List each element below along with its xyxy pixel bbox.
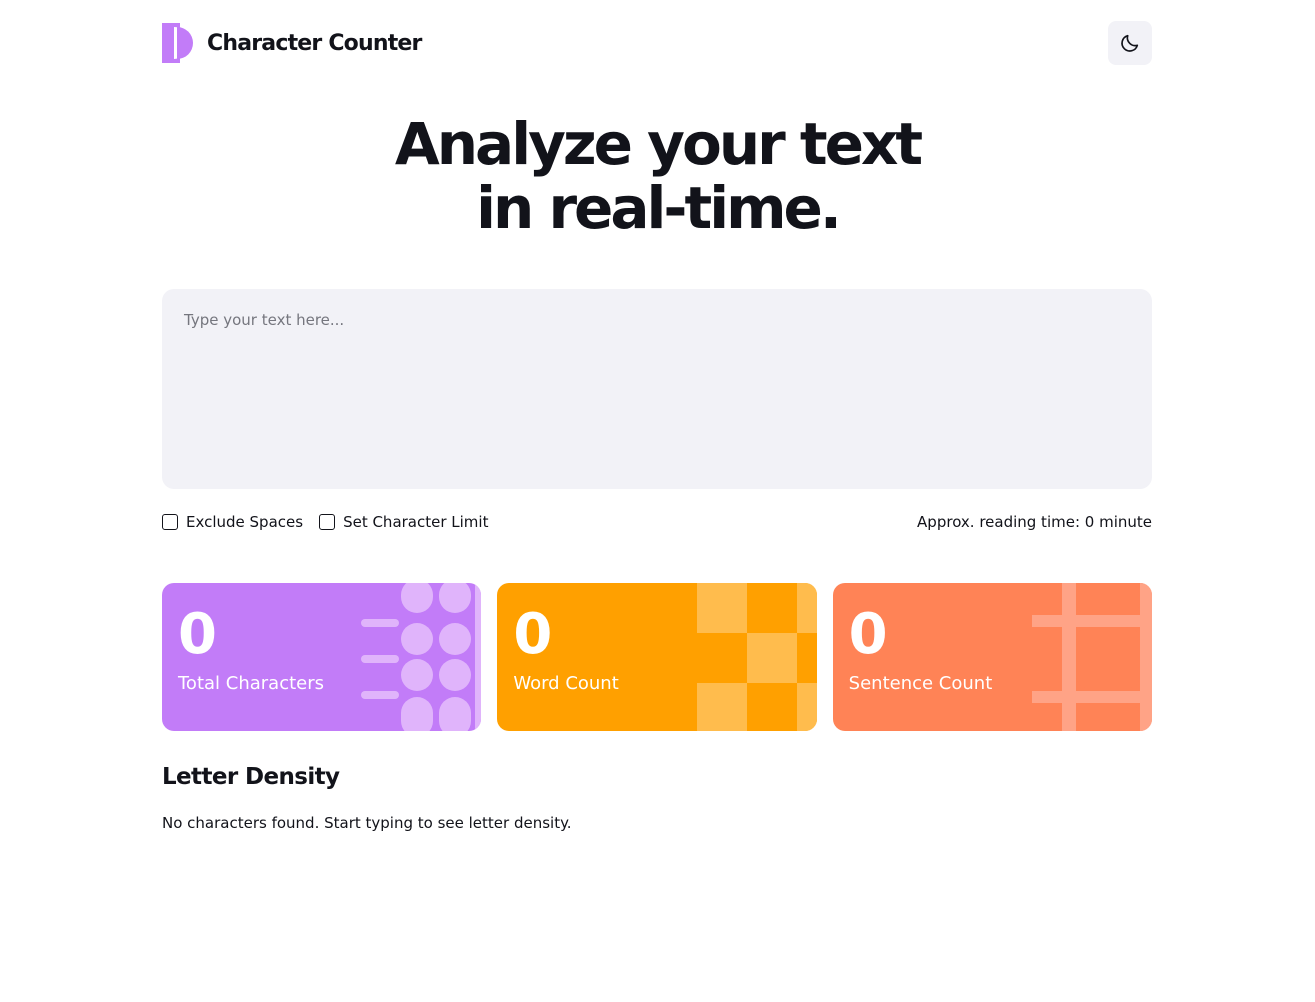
app-header: Character Counter (162, 21, 1152, 65)
text-input[interactable] (162, 289, 1152, 489)
moon-icon (1121, 34, 1139, 52)
app-title: Character Counter (207, 30, 422, 56)
character-limit-checkbox[interactable] (319, 514, 336, 530)
exclude-spaces-checkbox[interactable] (162, 514, 178, 530)
theme-toggle-button[interactable] (1108, 21, 1152, 65)
word-count-card: 0 Word Count (497, 583, 817, 731)
letter-density-empty-message: No characters found. Start typing to see… (162, 814, 572, 832)
total-characters-label: Total Characters (178, 673, 325, 694)
reading-time: Approx. reading time: 0 minute (917, 513, 1152, 531)
hero-line-2: in real-time. (476, 174, 842, 242)
sentence-count-card: 0 Sentence Count (832, 583, 1152, 731)
character-limit-label: Set Character Limit (343, 513, 489, 531)
word-count-label: Word Count (513, 673, 619, 694)
hero-heading: Analyze your text in real-time. (0, 112, 1315, 240)
hero-line-1: Analyze your text (394, 110, 923, 178)
exclude-spaces-option[interactable]: Exclude Spaces (162, 513, 303, 531)
sentence-count-label: Sentence Count (848, 673, 993, 694)
total-characters-card: 0 Total Characters (162, 583, 482, 731)
character-limit-option[interactable]: Set Character Limit (319, 513, 488, 531)
sentence-count-value: 0 (848, 602, 888, 667)
total-characters-value: 0 (178, 602, 217, 667)
logo-icon (162, 23, 193, 63)
word-count-value: 0 (513, 602, 552, 667)
exclude-spaces-label: Exclude Spaces (186, 513, 304, 531)
options-left: Exclude Spaces Set Character Limit (162, 513, 488, 531)
brand[interactable]: Character Counter (162, 23, 422, 63)
letter-density-title: Letter Density (162, 764, 340, 790)
options-bar: Exclude Spaces Set Character Limit Appro… (162, 510, 1152, 534)
stats-cards: 0 Total Characters 0 Word Count 0 Senten… (162, 583, 1152, 731)
